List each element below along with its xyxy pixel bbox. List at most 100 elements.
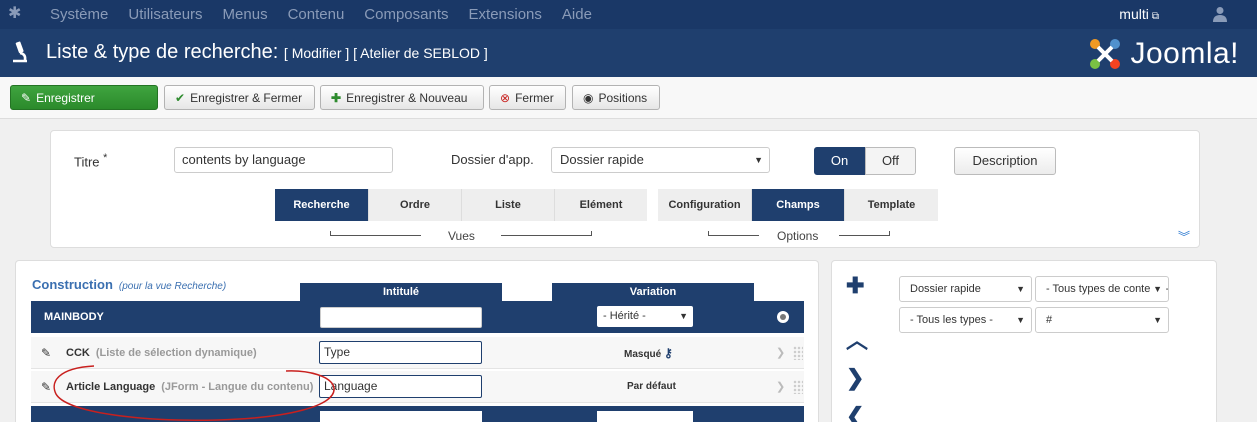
- external-link-icon: ⧉: [1151, 11, 1159, 22]
- field-name-text: CCK: [66, 347, 90, 359]
- menu-menus[interactable]: Menus: [223, 0, 268, 29]
- tab-template[interactable]: Template: [845, 189, 938, 221]
- save-button-label: Enregistrer: [36, 90, 95, 105]
- views-group-label: Vues: [448, 229, 475, 243]
- title-input[interactable]: contents by language: [174, 147, 393, 173]
- caret-down-icon: ▼: [1013, 277, 1025, 301]
- hash-filter-value: #: [1046, 314, 1053, 326]
- save-new-label: Enregistrer & Nouveau: [346, 90, 468, 105]
- hash-filter-select[interactable]: # ▼: [1035, 307, 1169, 333]
- tab-configuration[interactable]: Configuration: [658, 189, 752, 221]
- microscope-icon: [13, 41, 27, 63]
- folder-select-value: Dossier rapide: [560, 152, 644, 167]
- arrow-right-icon[interactable]: ❯: [776, 346, 788, 360]
- save-close-button[interactable]: ✔ Enregistrer & Fermer: [164, 85, 315, 110]
- site-link[interactable]: multi ⧉: [1119, 0, 1159, 31]
- construction-title: Construction (pour la vue Recherche): [32, 277, 226, 292]
- chevron-up-icon[interactable]: ︿: [846, 323, 868, 355]
- type-filter-select[interactable]: - Tous les types - ▼: [899, 307, 1032, 333]
- menu-systeme[interactable]: Système: [50, 0, 108, 29]
- toggle-on[interactable]: On: [814, 147, 865, 175]
- mainbody-variation-select[interactable]: - Hérité - ▼: [597, 306, 693, 327]
- save-new-button[interactable]: ✚ Enregistrer & Nouveau: [320, 85, 484, 110]
- eye-icon: ◉: [583, 90, 594, 105]
- key-icon: ⚷: [664, 346, 673, 360]
- description-button[interactable]: Description: [954, 147, 1056, 175]
- drag-handle-icon[interactable]: [793, 346, 803, 360]
- views-bracket-line: [330, 235, 421, 236]
- column-header-variation: Variation: [552, 283, 754, 302]
- main-menu: Système Utilisateurs Menus Contenu Compo…: [50, 0, 612, 29]
- tab-champs[interactable]: Champs: [752, 189, 845, 221]
- menu-composants[interactable]: Composants: [364, 0, 448, 29]
- mainbody-label: MAINBODY: [44, 311, 104, 323]
- content-type-filter-select[interactable]: - Tous types de contenu - ▼: [1035, 276, 1169, 302]
- field-variation-text: Masqué: [624, 349, 662, 360]
- close-button[interactable]: ⊗ Fermer: [489, 85, 566, 110]
- field-label-input[interactable]: Language: [319, 375, 482, 398]
- check-icon: ✔: [175, 90, 186, 105]
- save-button[interactable]: ✎ Enregistrer: [10, 85, 158, 110]
- position-label-input[interactable]: [320, 411, 482, 422]
- joomla-logo-icon[interactable]: ✱: [8, 5, 26, 23]
- radio-button[interactable]: [777, 311, 789, 323]
- views-bracket-line: [501, 235, 592, 236]
- settings-panel: Titre * contents by language Dossier d'a…: [50, 130, 1200, 248]
- edit-icon: ✎: [21, 90, 32, 105]
- tab-element[interactable]: Elément: [555, 189, 647, 221]
- pencil-icon[interactable]: ✎: [41, 371, 51, 403]
- drag-handle-icon[interactable]: [793, 380, 803, 394]
- state-toggle: On Off: [814, 147, 916, 175]
- field-type: (JForm - Langue du contenu): [161, 381, 314, 393]
- folder-select[interactable]: Dossier rapide ▼: [551, 147, 770, 173]
- close-label: Fermer: [515, 90, 554, 105]
- top-nav: ✱ Système Utilisateurs Menus Contenu Com…: [0, 0, 1257, 29]
- mainbody-variation-value: - Hérité -: [603, 310, 646, 322]
- field-row: ✎ Article Language (JForm - Langue du con…: [31, 371, 804, 403]
- construction-panel: Construction (pour la vue Recherche) Inti…: [15, 260, 819, 422]
- views-bracket-right: [591, 231, 592, 236]
- position-variation-select[interactable]: [597, 411, 693, 422]
- field-label-input[interactable]: Type: [319, 341, 482, 364]
- type-filter-value: - Tous les types -: [910, 314, 993, 326]
- tab-liste[interactable]: Liste: [462, 189, 555, 221]
- mainbody-row: MAINBODY - Hérité - ▼: [31, 301, 804, 333]
- title-label-text: Titre: [74, 154, 100, 170]
- positions-button[interactable]: ◉ Positions: [572, 85, 660, 110]
- menu-contenu[interactable]: Contenu: [288, 0, 345, 29]
- plus-icon: ✚: [331, 90, 342, 105]
- column-header-label: Intitulé: [300, 283, 502, 302]
- folder-filter-value: Dossier rapide: [910, 283, 981, 295]
- tab-ordre[interactable]: Ordre: [369, 189, 462, 221]
- construction-title-text: Construction: [32, 277, 113, 292]
- mainbody-label-input[interactable]: [320, 307, 482, 328]
- menu-extensions[interactable]: Extensions: [469, 0, 542, 29]
- options-group-label: Options: [777, 229, 819, 243]
- menu-aide[interactable]: Aide: [562, 0, 592, 29]
- page-title-text: Liste & type de recherche:: [46, 41, 279, 63]
- page-header: Liste & type de recherche: [ Modifier ] …: [0, 29, 1257, 77]
- positions-label: Positions: [598, 90, 648, 105]
- joomla-wordmark: Joomla!: [1130, 37, 1239, 70]
- toggle-off[interactable]: Off: [865, 147, 916, 175]
- options-bracket-line: [708, 235, 759, 236]
- plus-icon[interactable]: ✚: [846, 273, 864, 299]
- page-subtitle: [ Modifier ] [ Atelier de SEBLOD ]: [283, 45, 488, 61]
- chevron-left-icon[interactable]: ❮: [846, 403, 864, 422]
- joomla-logo-icon: [1090, 39, 1121, 69]
- tab-recherche[interactable]: Recherche: [275, 189, 369, 221]
- field-variation: Par défaut: [627, 381, 676, 392]
- field-name-text: Article Language: [66, 381, 156, 393]
- user-icon[interactable]: [1213, 6, 1227, 22]
- caret-down-icon: ▼: [679, 311, 688, 321]
- folder-label: Dossier d'app.: [451, 152, 534, 167]
- arrow-right-icon[interactable]: ❯: [776, 380, 788, 394]
- menu-utilisateurs[interactable]: Utilisateurs: [128, 0, 202, 29]
- fields-library-panel: ✚ ︿ ❯ ❮ Dossier rapide ▼ - Tous types de …: [831, 260, 1217, 422]
- options-tabs: Configuration Champs Template: [658, 189, 938, 221]
- folder-filter-select[interactable]: Dossier rapide ▼: [899, 276, 1032, 302]
- site-name: multi: [1119, 6, 1149, 22]
- chevron-down-icon[interactable]: ︾: [1178, 228, 1190, 245]
- chevron-right-icon[interactable]: ❯: [846, 365, 864, 391]
- pencil-icon[interactable]: ✎: [41, 337, 51, 369]
